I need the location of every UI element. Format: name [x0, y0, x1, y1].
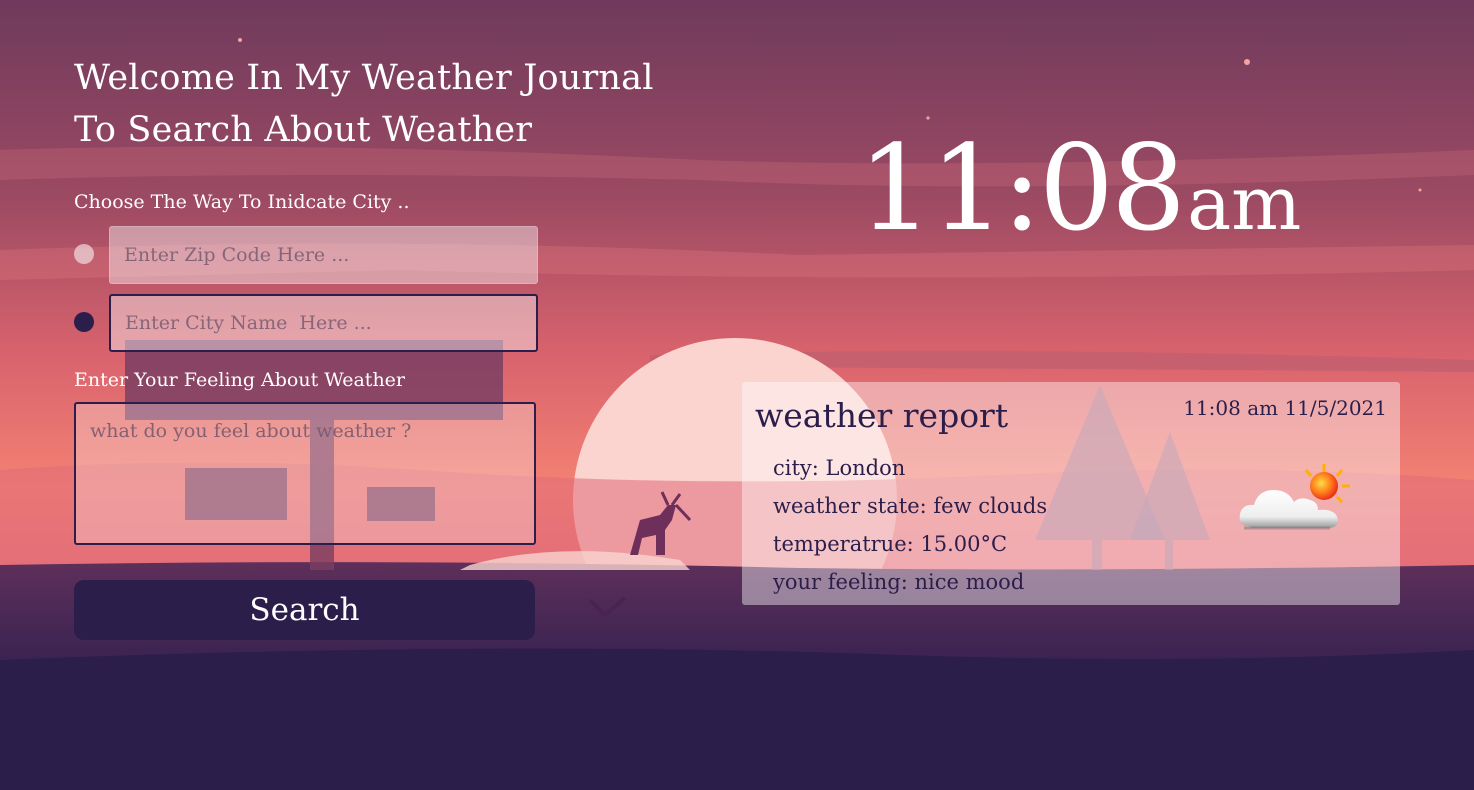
choose-method-label: Choose The Way To Inidcate City ..: [74, 191, 410, 213]
report-details: city: London weather state: few clouds t…: [773, 449, 1047, 601]
report-datetime: 11:08 am 11/5/2021: [1183, 396, 1387, 420]
feeling-textarea[interactable]: [74, 402, 536, 545]
welcome-title-line1: Welcome In My Weather Journal: [74, 58, 654, 98]
zip-option-row: [74, 226, 714, 284]
clock-display: 11:08am: [858, 118, 1301, 258]
welcome-title: Welcome In My Weather Journal To Search …: [74, 52, 714, 156]
feeling-label: Enter Your Feeling About Weather: [74, 369, 406, 391]
zip-code-input[interactable]: [109, 226, 538, 284]
report-feeling: your feeling: nice mood: [773, 570, 1025, 594]
report-city: city: London: [773, 456, 906, 480]
search-panel: Welcome In My Weather Journal To Search …: [74, 52, 714, 640]
city-radio[interactable]: [74, 312, 94, 332]
zip-radio[interactable]: [74, 244, 94, 264]
few-clouds-day-icon: [1239, 464, 1350, 530]
report-weather-state: weather state: few clouds: [773, 494, 1048, 518]
clock-ampm: am: [1187, 161, 1302, 247]
report-title: weather report: [755, 396, 1009, 435]
weather-report-card: weather report 11:08 am 11/5/2021 city: …: [742, 382, 1400, 605]
welcome-title-line2: To Search About Weather: [74, 110, 533, 150]
report-temperature: temperatrue: 15.00°C: [773, 532, 1008, 556]
clock-time: 11:08: [858, 119, 1186, 257]
search-button[interactable]: Search: [74, 580, 535, 640]
city-name-input[interactable]: [109, 294, 538, 352]
city-option-row: [74, 294, 714, 352]
